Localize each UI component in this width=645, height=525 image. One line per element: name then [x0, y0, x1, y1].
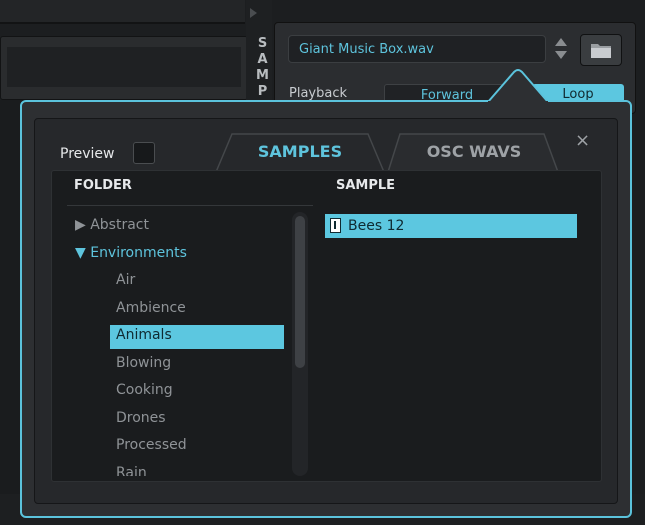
folder-scroll-thumb[interactable]	[295, 216, 305, 368]
sample-file-field[interactable]: Giant Music Box.wav	[288, 35, 546, 63]
sample-row-label: Bees 12	[348, 218, 405, 234]
sample-column-header: SAMPLE	[336, 178, 396, 193]
top-strip	[0, 0, 245, 24]
open-folder-button[interactable]	[580, 34, 622, 66]
folder-item[interactable]: ▶ Abstract	[75, 214, 149, 236]
tab-samples-label: SAMPLES	[257, 142, 343, 161]
tab-osc-wavs[interactable]: OSC WAVS	[386, 132, 562, 172]
chevron-down-icon[interactable]	[555, 51, 567, 59]
folder-item[interactable]: Drones	[116, 407, 166, 429]
folder-item[interactable]: Ambience	[116, 297, 186, 319]
playback-label: Playback	[289, 86, 348, 101]
folder-item[interactable]: Air	[116, 269, 135, 291]
folder-item[interactable]: Processed	[116, 434, 187, 456]
header-divider	[67, 205, 313, 206]
preview-label: Preview	[60, 146, 115, 162]
sample-stepper[interactable]	[552, 35, 570, 63]
background-panel-display	[7, 47, 241, 87]
chevron-up-icon[interactable]	[555, 38, 567, 46]
preview-checkbox[interactable]	[133, 142, 155, 164]
folder-icon	[591, 44, 611, 58]
close-icon[interactable]: ×	[575, 130, 590, 151]
folder-item[interactable]: Cooking	[116, 379, 173, 401]
tab-osc-wavs-label: OSC WAVS	[426, 142, 522, 161]
folder-column-header: FOLDER	[74, 178, 132, 193]
folder-item[interactable]: Animals	[116, 324, 172, 346]
app-window: SAMP Giant Music Box.wav Playback Forwar…	[0, 0, 645, 525]
expand-arrow-icon[interactable]	[250, 8, 257, 18]
folder-item[interactable]: Rain	[116, 462, 147, 477]
audio-file-icon	[330, 218, 341, 233]
folder-item[interactable]: Blowing	[116, 352, 171, 374]
tab-samples[interactable]: SAMPLES	[214, 132, 386, 172]
background-panel	[0, 36, 248, 100]
sample-section-tab[interactable]: SAMP	[248, 36, 270, 100]
popup-pointer	[488, 69, 548, 108]
folder-item[interactable]: ▼ Environments	[75, 242, 187, 264]
